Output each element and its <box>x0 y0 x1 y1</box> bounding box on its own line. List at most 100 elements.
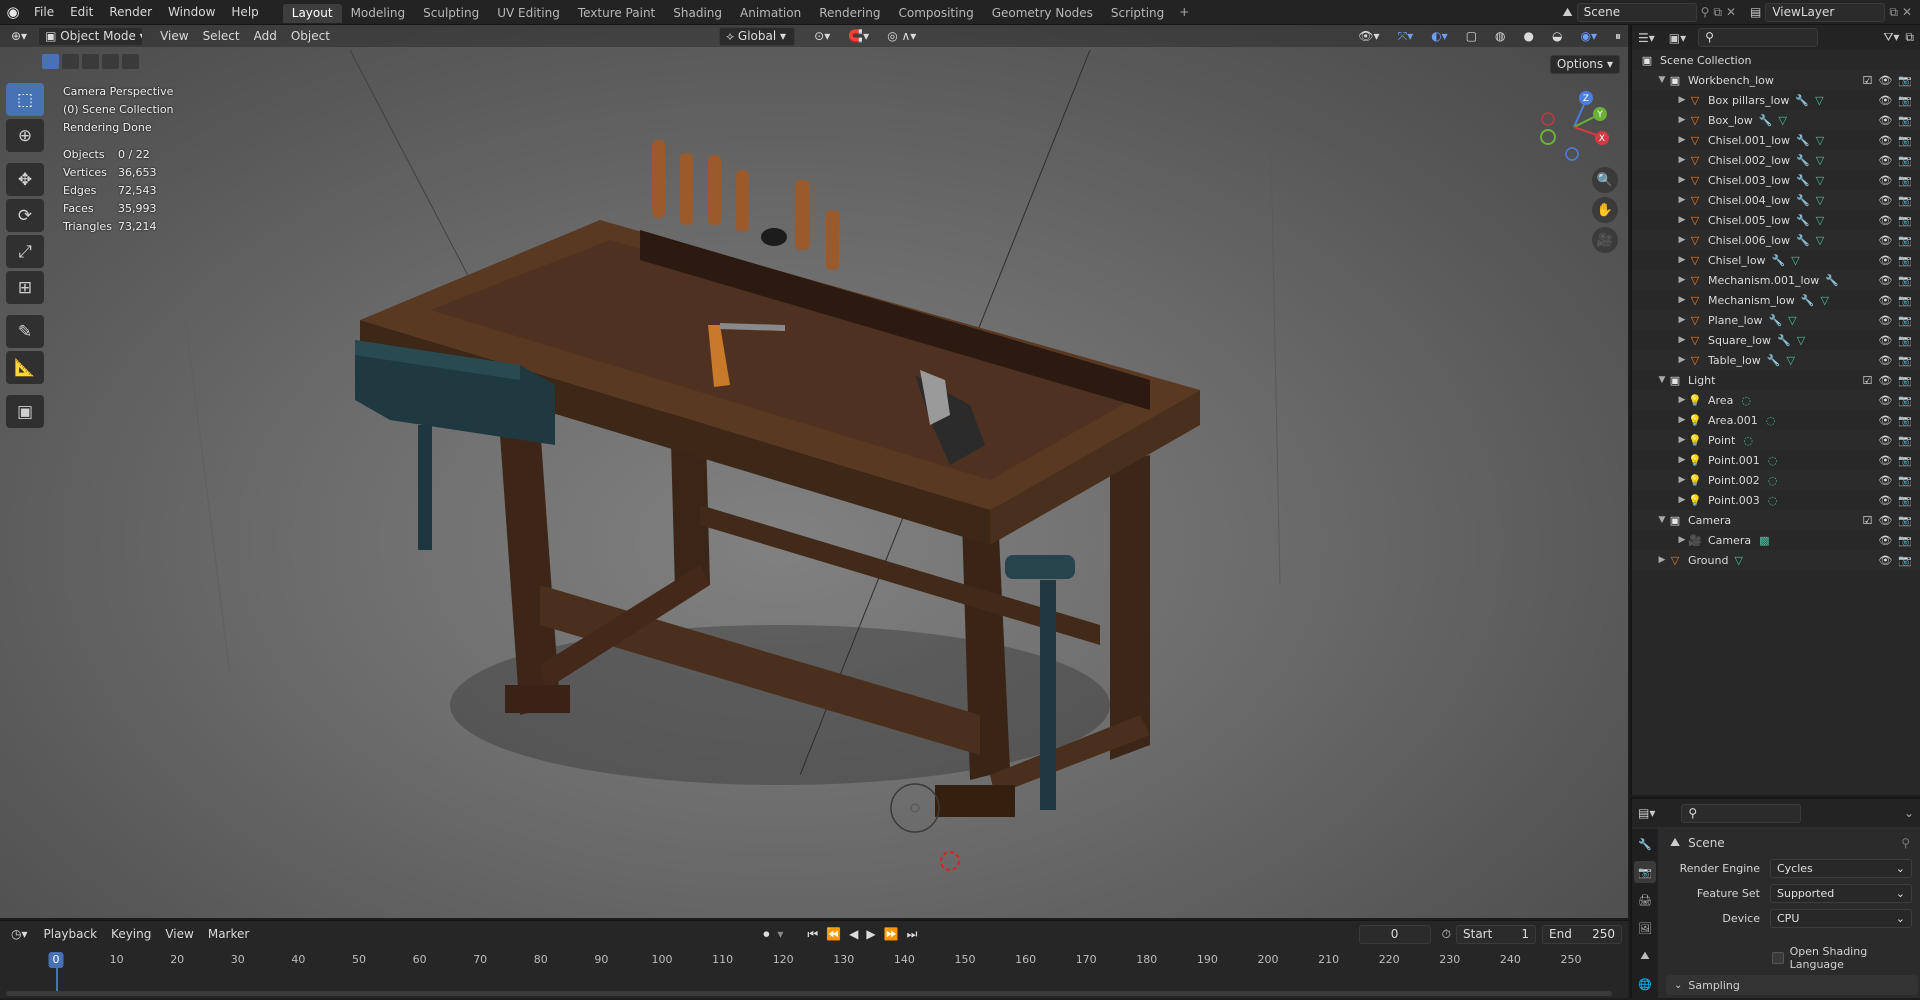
eye-icon[interactable]: 👁 <box>1878 514 1892 527</box>
expand-arrow-icon[interactable]: ▶ <box>1676 315 1688 325</box>
exclude-checkbox[interactable]: ☑ <box>1862 74 1872 87</box>
new-collection-icon[interactable]: ⧉ <box>1905 30 1914 45</box>
navigation-gizmo[interactable]: Z Y X <box>1538 85 1610 167</box>
viewport-menu-view[interactable]: View <box>153 26 195 46</box>
mesh-data-icon[interactable]: ▽ <box>1778 114 1786 127</box>
output-tab-icon[interactable]: 🖨 <box>1634 889 1656 911</box>
modifier-wrench-icon[interactable]: 🔧 <box>1759 114 1773 127</box>
select-invert-icon[interactable] <box>102 54 119 69</box>
tool-tab-icon[interactable]: 🔧 <box>1634 833 1656 855</box>
proportional-edit-icon[interactable]: ◎ ∧▾ <box>880 26 923 46</box>
scene-collection-row[interactable]: ▣ Scene Collection <box>1632 50 1920 70</box>
property-dropdown[interactable]: Supported ⌄ <box>1770 884 1912 903</box>
render-camera-icon[interactable]: 📷 <box>1898 414 1912 427</box>
outliner-row[interactable]: ▶ 💡 Point.001 ◌ 👁 📷 <box>1632 450 1920 470</box>
outliner-row[interactable]: ▶ ▽ Chisel_low 🔧 ▽ 👁 📷 <box>1632 250 1920 270</box>
mesh-data-icon[interactable]: ▽ <box>1816 214 1824 227</box>
mesh-data-icon[interactable]: ▽ <box>1791 254 1799 267</box>
expand-arrow-icon[interactable]: ▶ <box>1676 335 1688 345</box>
osl-checkbox-row[interactable]: Open Shading Language <box>1772 945 1920 971</box>
outliner-editor-icon[interactable]: ☰▾ <box>1638 31 1655 45</box>
render-camera-icon[interactable]: 📷 <box>1898 174 1912 187</box>
stopwatch-icon[interactable]: ⏱ <box>1439 927 1454 942</box>
expand-arrow-icon[interactable]: ▶ <box>1676 115 1688 125</box>
cursor-icon[interactable]: ⊕ <box>6 119 44 152</box>
sampling-panel-header[interactable]: ⌄ Sampling <box>1666 975 1918 995</box>
render-camera-icon[interactable]: 📷 <box>1898 554 1912 567</box>
eye-icon[interactable]: 👁 <box>1878 534 1892 547</box>
outliner-row[interactable]: ▶ ▽ Mechanism.001_low 🔧 👁 📷 <box>1632 270 1920 290</box>
expand-arrow-icon[interactable]: ▶ <box>1676 475 1688 485</box>
tab-uv-editing[interactable]: UV Editing <box>488 4 569 23</box>
timeline-editor-icon[interactable]: ◷▾ <box>4 924 35 944</box>
eye-icon[interactable]: 👁 <box>1878 454 1892 467</box>
outliner-row[interactable]: ▶ ▽ Chisel.002_low 🔧 ▽ 👁 📷 <box>1632 150 1920 170</box>
auto-keying-icon[interactable]: ⏺ <box>760 927 772 942</box>
select-intersect-icon[interactable] <box>122 54 139 69</box>
world-tab-icon[interactable]: 🌐 <box>1634 973 1656 995</box>
current-frame-field[interactable]: 0 <box>1358 924 1431 944</box>
render-camera-icon[interactable]: 📷 <box>1898 74 1912 87</box>
outliner-row[interactable]: ▶ ▽ Box pillars_low 🔧 ▽ 👁 📷 <box>1632 90 1920 110</box>
eye-icon[interactable]: 👁 <box>1878 134 1892 147</box>
select-new-icon[interactable] <box>42 54 59 69</box>
add-cube-icon[interactable]: ▣ <box>6 395 44 428</box>
light-data-icon[interactable]: ◌ <box>1768 494 1778 507</box>
close-icon[interactable]: ✕ <box>1902 5 1912 19</box>
move-icon[interactable]: ✥ <box>6 163 44 196</box>
pan-hand-icon[interactable]: ✋ <box>1592 197 1618 223</box>
exclude-checkbox[interactable]: ☑ <box>1862 374 1872 387</box>
tab-layout[interactable]: Layout <box>282 4 342 23</box>
eye-icon[interactable]: 👁 <box>1878 274 1892 287</box>
jump-end-icon[interactable]: ⏭ <box>904 927 921 942</box>
zoom-icon[interactable]: 🔍 <box>1592 167 1618 193</box>
outliner-row[interactable]: ▶ ▽ Chisel.004_low 🔧 ▽ 👁 📷 <box>1632 190 1920 210</box>
select-box-icon[interactable]: ⬚ <box>6 83 44 116</box>
editor-type-icon[interactable]: ⊕▾ <box>4 26 34 46</box>
eye-icon[interactable]: 👁 <box>1878 174 1892 187</box>
pivot-icon[interactable]: ⊙▾ <box>807 26 837 46</box>
outliner-row[interactable]: ▶ 💡 Point.002 ◌ 👁 📷 <box>1632 470 1920 490</box>
scene-tab-icon[interactable]: ⛰ <box>1634 945 1656 967</box>
mesh-data-icon[interactable]: ▽ <box>1816 234 1824 247</box>
outliner-row[interactable]: ▶ ▽ Square_low 🔧 ▽ 👁 📷 <box>1632 330 1920 350</box>
options-dropdown[interactable]: Options ▾ <box>1549 55 1620 74</box>
mesh-data-icon[interactable]: ▽ <box>1734 554 1742 567</box>
render-camera-icon[interactable]: 📷 <box>1898 154 1912 167</box>
viewport-menu-add[interactable]: Add <box>247 26 284 46</box>
modifier-wrench-icon[interactable]: 🔧 <box>1795 94 1809 107</box>
render-camera-icon[interactable]: 📷 <box>1898 354 1912 367</box>
viewport-menu-select[interactable]: Select <box>196 26 247 46</box>
scene-field[interactable]: Scene <box>1576 2 1697 22</box>
render-camera-icon[interactable]: 📷 <box>1898 334 1912 347</box>
transform-orientation-dropdown[interactable]: ⟡ Global ▾ <box>719 26 796 46</box>
collapse-arrow-icon[interactable]: ▼ <box>1656 515 1668 525</box>
rotate-icon[interactable]: ⟳ <box>6 199 44 232</box>
expand-arrow-icon[interactable]: ▶ <box>1676 135 1688 145</box>
eye-icon[interactable]: 👁 <box>1878 194 1892 207</box>
property-dropdown[interactable]: Cycles ⌄ <box>1770 859 1912 878</box>
rendered-shading-icon[interactable]: ◉▾ <box>1573 26 1604 46</box>
modifier-wrench-icon[interactable]: 🔧 <box>1796 154 1810 167</box>
outliner-row[interactable]: ▶ ▽ Chisel.003_low 🔧 ▽ 👁 📷 <box>1632 170 1920 190</box>
pause-render-icon[interactable]: ⏸ <box>1608 26 1628 46</box>
eye-icon[interactable]: 👁 <box>1878 154 1892 167</box>
outliner-row[interactable]: ▶ ▽ Mechanism_low 🔧 ▽ 👁 📷 <box>1632 290 1920 310</box>
timeline-scrollbar[interactable] <box>6 991 1612 996</box>
overlay-toggle-icon[interactable]: ◐▾ <box>1424 26 1455 46</box>
light-data-icon[interactable]: ◌ <box>1743 434 1753 447</box>
outliner-row[interactable]: ▼ ▣ Light ☑ 👁 📷 <box>1632 370 1920 390</box>
eye-icon[interactable]: 👁 <box>1878 474 1892 487</box>
measure-icon[interactable]: 📐 <box>6 351 44 384</box>
camera-view-icon[interactable]: 🎥 <box>1592 227 1618 253</box>
eye-icon[interactable]: 👁 <box>1878 394 1892 407</box>
render-camera-icon[interactable]: 📷 <box>1898 474 1912 487</box>
render-camera-icon[interactable]: 📷 <box>1898 214 1912 227</box>
render-camera-icon[interactable]: 📷 <box>1898 454 1912 467</box>
pin-icon[interactable]: ⚲ <box>1901 836 1910 850</box>
outliner-row[interactable]: ▶ 💡 Point ◌ 👁 📷 <box>1632 430 1920 450</box>
new-scene-icon[interactable]: ⧉ <box>1713 5 1722 20</box>
outliner-search-input[interactable]: ⚲ <box>1698 28 1819 47</box>
viewlayer-selector[interactable]: ▤ ViewLayer ⧉ ✕ <box>1750 2 1912 22</box>
render-camera-icon[interactable]: 📷 <box>1898 234 1912 247</box>
